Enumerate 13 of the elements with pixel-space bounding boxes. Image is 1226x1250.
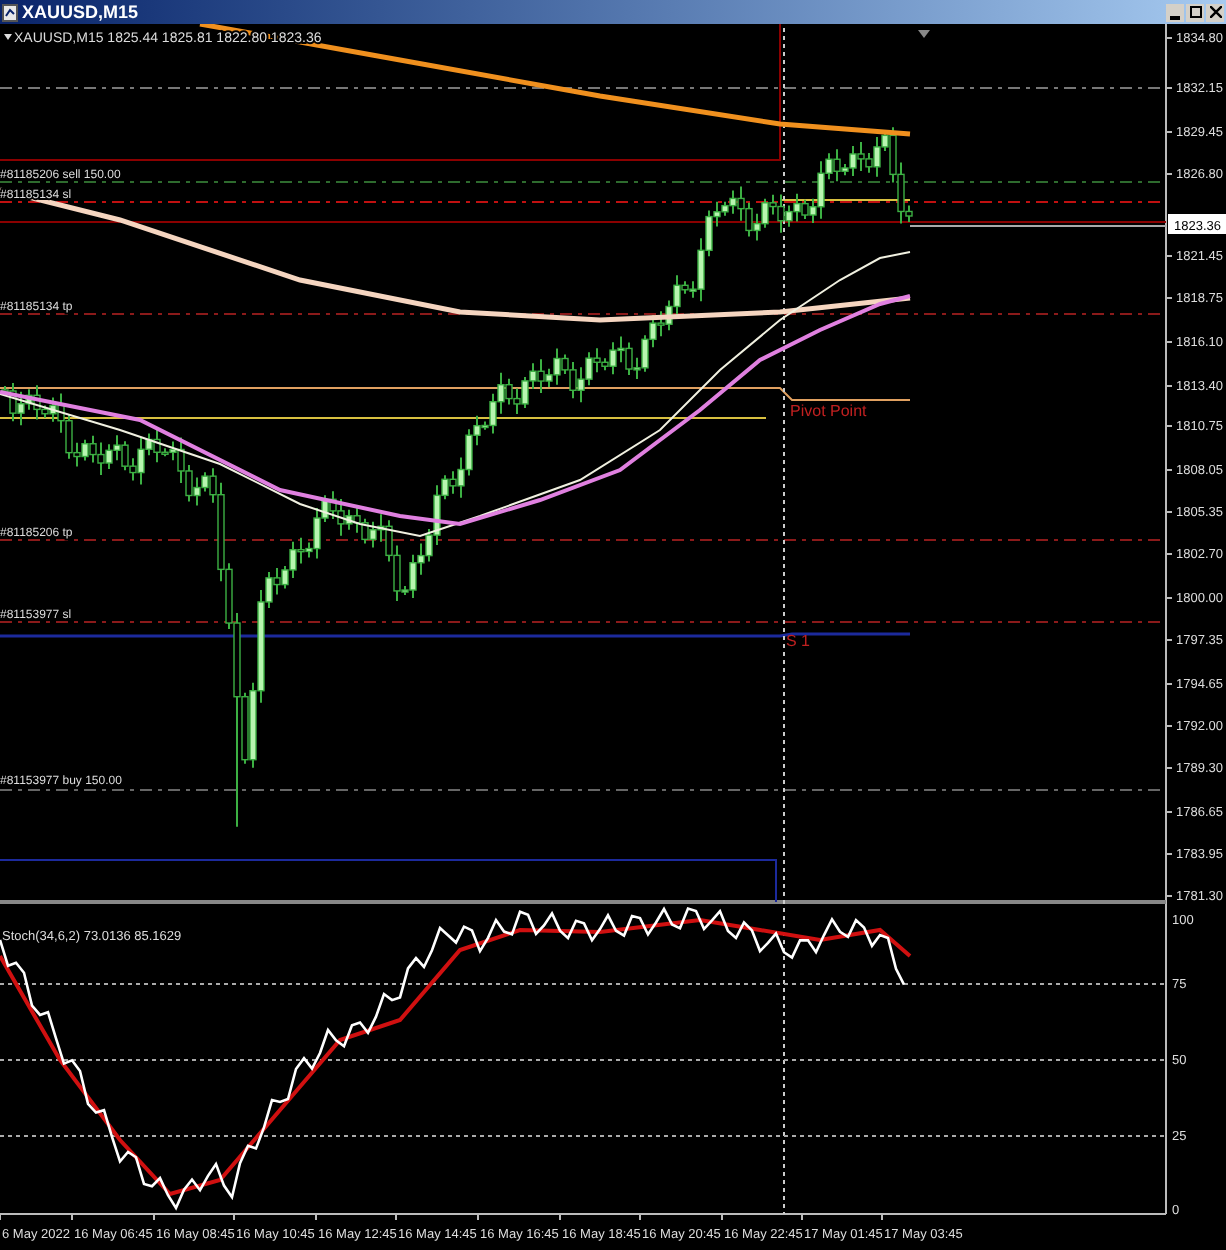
minimize-button[interactable] (1166, 3, 1184, 21)
pivot-resistance-line (779, 199, 911, 201)
dropdown-icon (4, 34, 12, 40)
window-title: XAUUSD,M15 (22, 3, 139, 21)
close-button[interactable] (1206, 3, 1224, 21)
level-label: Pivot Point (790, 402, 867, 420)
close-icon (1209, 6, 1221, 18)
maximize-icon (1189, 6, 1201, 18)
level-label: S 1 (786, 632, 811, 650)
maximize-button[interactable] (1186, 3, 1204, 21)
chart-window-icon (2, 3, 18, 21)
chart-shift-icon (918, 30, 930, 38)
minimize-icon (1170, 15, 1180, 19)
